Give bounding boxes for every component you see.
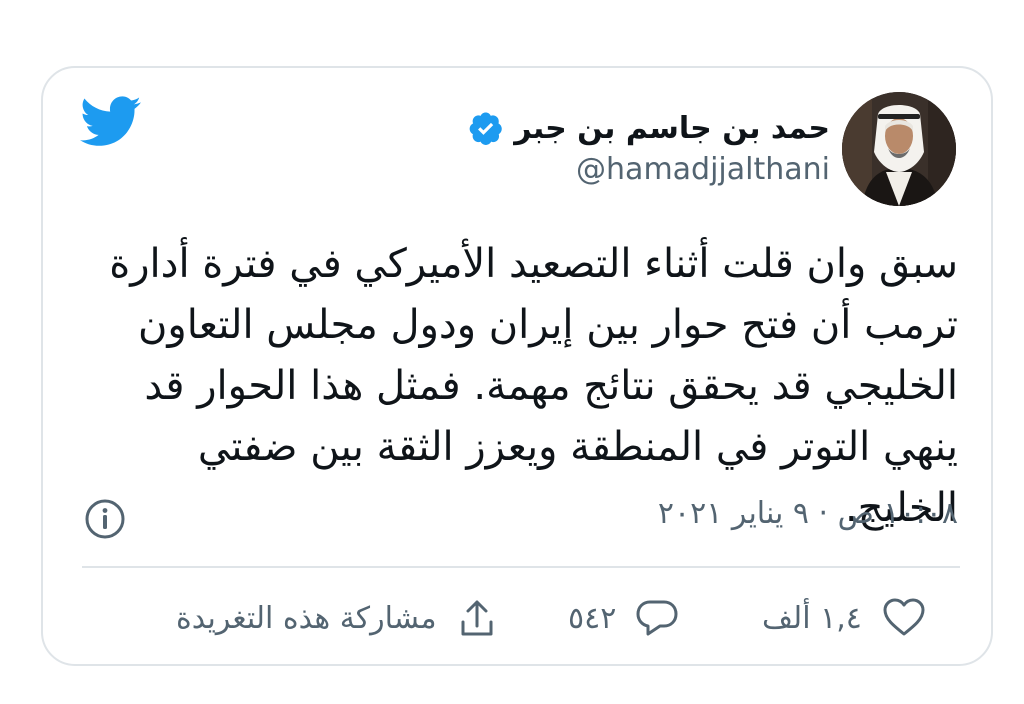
speech-bubble-icon bbox=[636, 600, 678, 636]
share-label: مشاركة هذه التغريدة bbox=[176, 600, 437, 636]
like-count: ١,٤ ألف bbox=[762, 600, 862, 636]
twitter-bird-icon bbox=[80, 96, 141, 146]
avatar[interactable] bbox=[842, 92, 956, 206]
share-tweet-button[interactable]: مشاركة هذه التغريدة bbox=[176, 592, 499, 644]
reply-count: ٥٤٢ bbox=[568, 600, 617, 636]
author-name-row[interactable]: حمد بن جاسم بن جبر bbox=[468, 106, 830, 150]
author-handle[interactable]: @hamadjjalthani bbox=[576, 152, 830, 187]
tweet-timestamp[interactable]: ١٠:٠٨ ص · ٩ يناير ٢٠٢١ bbox=[658, 496, 958, 531]
verified-badge-icon bbox=[469, 112, 502, 145]
author-display-name[interactable]: حمد بن جاسم بن جبر bbox=[514, 111, 830, 146]
info-icon[interactable] bbox=[84, 498, 126, 540]
heart-icon bbox=[883, 598, 925, 636]
like-button[interactable]: ١,٤ ألف bbox=[762, 592, 928, 644]
reply-button[interactable]: ٥٤٢ bbox=[568, 592, 680, 644]
share-arrow-icon bbox=[461, 600, 493, 636]
divider bbox=[82, 566, 960, 568]
tweet-text: سبق وان قلت أثناء التصعيد الأميركي في فت… bbox=[96, 241, 958, 531]
